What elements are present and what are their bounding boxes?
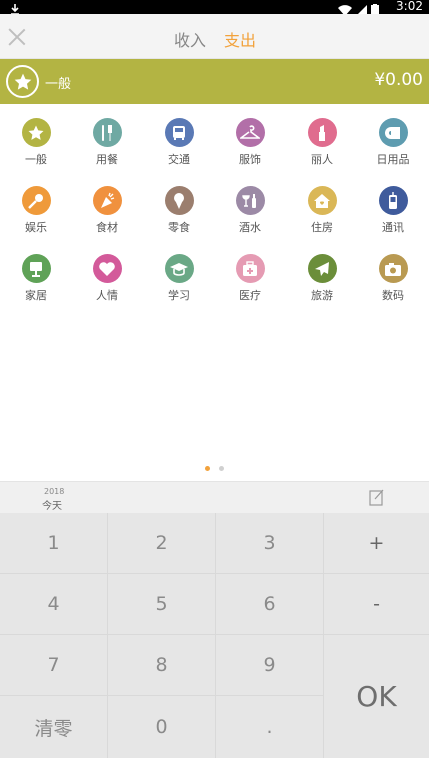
category-label: 旅游 [311,289,333,302]
date-year[interactable]: 2018 [44,487,64,496]
key-decimal[interactable]: . [216,696,324,758]
selected-category-bar: 一般 ¥0.00 [0,59,429,104]
status-bar: 3:02 [0,0,429,17]
category-label: 丽人 [311,153,333,166]
page-indicator [205,466,224,471]
key-8[interactable]: 8 [108,635,216,696]
category-label: 零食 [168,221,190,234]
page-dot-active[interactable] [205,466,210,471]
lamp-icon [21,254,51,283]
category-label: 数码 [382,289,404,302]
airplane-icon [307,254,337,283]
close-icon[interactable] [6,26,28,48]
bus-icon [164,118,194,147]
tab-expense[interactable]: 支出 [224,27,256,51]
category-housing[interactable]: 住房 [286,186,358,246]
category-travel[interactable]: 旅游 [286,254,358,314]
key-5[interactable]: 5 [108,574,216,635]
category-digital[interactable]: 数码 [357,254,429,314]
edit-note-icon[interactable] [369,488,385,506]
category-label: 人情 [96,289,118,302]
star-icon [6,65,39,98]
category-education[interactable]: 学习 [143,254,215,314]
category-snacks[interactable]: 零食 [143,186,215,246]
key-plus[interactable]: + [324,513,429,574]
icecream-icon [164,186,194,215]
star-icon [21,118,51,147]
page-dot[interactable] [219,466,224,471]
microphone-icon [21,186,51,215]
key-7[interactable]: 7 [0,635,108,696]
amount-display: ¥0.00 [374,70,423,90]
header-bar: 收入 支出 [0,14,429,59]
category-daily-goods[interactable]: 日用品 [357,118,429,178]
tab-income[interactable]: 收入 [174,27,206,51]
category-label: 用餐 [96,153,118,166]
category-communication[interactable]: 通讯 [357,186,429,246]
category-groceries[interactable]: 食材 [71,186,143,246]
category-label: 日用品 [376,153,410,166]
phone-icon [378,186,408,215]
camera-icon [378,254,408,283]
tissue-icon [378,118,408,147]
graduation-cap-icon [164,254,194,283]
category-label: 交通 [168,153,190,166]
hanger-icon [235,118,265,147]
category-label: 家居 [25,289,47,302]
category-medical[interactable]: 医疗 [214,254,286,314]
key-9[interactable]: 9 [216,635,324,696]
category-label: 通讯 [382,221,404,234]
ok-button[interactable]: OK [324,635,429,758]
house-icon [307,186,337,215]
status-time: 3:02 [396,0,423,13]
category-label: 医疗 [239,289,261,302]
medical-kit-icon [235,254,265,283]
key-6[interactable]: 6 [216,574,324,635]
key-3[interactable]: 3 [216,513,324,574]
category-beauty[interactable]: 丽人 [286,118,358,178]
key-2[interactable]: 2 [108,513,216,574]
key-clear[interactable]: 清零 [0,696,108,758]
date-day[interactable]: 今天 [42,497,62,512]
date-row: 2018 今天 [0,481,429,513]
category-transport[interactable]: 交通 [143,118,215,178]
selected-category-name: 一般 [45,77,72,92]
category-label: 住房 [311,221,333,234]
category-general[interactable]: 一般 [0,118,72,178]
category-gifts[interactable]: 人情 [71,254,143,314]
carrot-icon [92,186,122,215]
cutlery-icon [92,118,122,147]
category-entertainment[interactable]: 娱乐 [0,186,72,246]
lipstick-icon [307,118,337,147]
category-label: 一般 [25,153,47,166]
category-dining[interactable]: 用餐 [71,118,143,178]
category-label: 服饰 [239,153,261,166]
category-label: 酒水 [239,221,261,234]
keypad: 1 2 3 + 4 5 6 - 7 8 9 清零 0 . OK [0,513,429,758]
category-label: 食材 [96,221,118,234]
category-label: 娱乐 [25,221,47,234]
wine-icon [235,186,265,215]
category-clothing[interactable]: 服饰 [214,118,286,178]
key-0[interactable]: 0 [108,696,216,758]
category-drinks[interactable]: 酒水 [214,186,286,246]
category-label: 学习 [168,289,190,302]
key-1[interactable]: 1 [0,513,108,574]
category-home[interactable]: 家居 [0,254,72,314]
key-minus[interactable]: - [324,574,429,635]
heart-icon [92,254,122,283]
key-4[interactable]: 4 [0,574,108,635]
